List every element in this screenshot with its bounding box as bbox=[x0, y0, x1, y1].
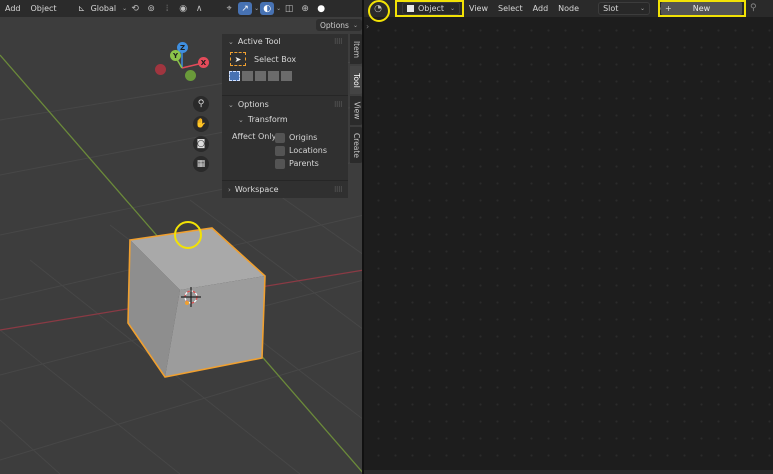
drag-handle-icon[interactable]: ⠿⠿ bbox=[334, 38, 343, 46]
perspective-grid-icon[interactable]: ▦ bbox=[193, 156, 209, 172]
affect-only-group: Affect Only Origins Locations Parents bbox=[232, 131, 328, 170]
options-header[interactable]: ⌄ Options ⠿⠿ bbox=[222, 97, 348, 112]
pivot-point-icon[interactable]: ⟲ bbox=[128, 2, 142, 15]
chevron-down-icon: ⌄ bbox=[228, 37, 234, 46]
options-button[interactable]: Options ⌄ bbox=[316, 19, 362, 31]
workspace-section: › Workspace ⠿⠿ bbox=[222, 182, 348, 197]
options-section: ⌄ Options ⠿⠿ ⌄ Transform Affect Only Ori… bbox=[222, 97, 348, 173]
editor-type-icon[interactable]: ◔ bbox=[369, 2, 387, 15]
menu-node[interactable]: Node bbox=[553, 4, 584, 13]
solid-shading-icon[interactable]: ● bbox=[314, 2, 328, 15]
sidebar-panel: ⌄ Active Tool ⠿⠿ ➤ Select Box ⌄ Options bbox=[222, 34, 348, 198]
wireframe-shading-icon[interactable]: ⊕ bbox=[298, 2, 312, 15]
mode-extend-icon[interactable] bbox=[242, 70, 253, 81]
status-strip bbox=[364, 470, 773, 474]
workspace-header[interactable]: › Workspace ⠿⠿ bbox=[222, 182, 348, 197]
drag-handle-icon[interactable]: ⠿⠿ bbox=[334, 186, 343, 194]
transform-orientation-dropdown[interactable]: Global bbox=[90, 4, 122, 13]
neg-y-axis-icon[interactable] bbox=[185, 70, 196, 81]
chevron-right-icon: › bbox=[228, 185, 231, 194]
falloff-icon[interactable]: ∧ bbox=[192, 2, 206, 15]
plus-icon: + bbox=[665, 4, 672, 13]
object-mode-icon bbox=[407, 5, 414, 12]
overlay-toggle-icon[interactable]: ◐ bbox=[260, 2, 275, 15]
3d-viewport[interactable]: Add Object ⊾ Global ⌄ ⟲ ⊚ ⦙ ◉ ∧ ⌖ ↗ ⌄ ◐ … bbox=[0, 0, 364, 474]
proportional-edit-icon[interactable]: ◉ bbox=[176, 2, 190, 15]
chevron-down-icon: ⌄ bbox=[640, 5, 646, 12]
y-axis-icon[interactable]: Y bbox=[170, 50, 181, 61]
default-cube bbox=[127, 227, 266, 378]
select-box-tool[interactable]: ➤ Select Box bbox=[222, 49, 348, 69]
snap-icon[interactable]: ⊚ bbox=[144, 2, 158, 15]
active-tool-header[interactable]: ⌄ Active Tool ⠿⠿ bbox=[222, 34, 348, 49]
slot-dropdown[interactable]: Slot ⌄ bbox=[598, 2, 651, 15]
chevron-down-icon: ⌄ bbox=[238, 115, 244, 124]
visibility-icon[interactable]: ⌖ bbox=[222, 2, 236, 15]
neg-x-axis-icon[interactable] bbox=[155, 64, 166, 75]
camera-icon[interactable]: ◙ bbox=[193, 136, 209, 152]
shader-type-dropdown[interactable]: Object ⌄ bbox=[402, 2, 460, 15]
drag-handle-icon[interactable]: ⠿⠿ bbox=[334, 101, 343, 109]
select-box-icon: ➤ bbox=[230, 52, 246, 66]
menu-add[interactable]: Add bbox=[528, 4, 554, 13]
new-material-button[interactable]: + New bbox=[661, 2, 742, 15]
affect-locations-checkbox[interactable]: Locations bbox=[275, 144, 327, 157]
chevron-down-icon: ⌄ bbox=[352, 21, 358, 29]
hand-pan-icon[interactable]: ✋ bbox=[193, 116, 209, 132]
navigation-gizmo[interactable]: Z X Y bbox=[155, 40, 215, 90]
shader-editor[interactable]: ◔ Object ⌄ View Select Add Node Slot ⌄ ◑… bbox=[364, 0, 773, 474]
menu-view[interactable]: View bbox=[464, 4, 493, 13]
affect-origins-checkbox[interactable]: Origins bbox=[275, 131, 327, 144]
mode-set-icon[interactable] bbox=[229, 70, 240, 81]
transform-subheader[interactable]: ⌄ Transform bbox=[222, 112, 348, 127]
mode-subtract-icon[interactable] bbox=[255, 70, 266, 81]
viewport-header: Add Object ⊾ Global ⌄ ⟲ ⊚ ⦙ ◉ ∧ ⌖ ↗ ⌄ ◐ … bbox=[0, 0, 364, 17]
affect-parents-checkbox[interactable]: Parents bbox=[275, 157, 327, 170]
chevron-down-icon: ⌄ bbox=[122, 5, 128, 12]
mode-difference-icon[interactable] bbox=[268, 70, 279, 81]
sidebar-toggle-icon[interactable]: › bbox=[366, 22, 369, 31]
gizmo-toggle-icon[interactable]: ↗ bbox=[238, 2, 253, 15]
zoom-icon[interactable]: ⚲ bbox=[193, 96, 209, 112]
chevron-down-icon: ⌄ bbox=[449, 5, 455, 12]
snap-increment-icon[interactable]: ⦙ bbox=[160, 2, 174, 15]
orientation-icon: ⊾ bbox=[77, 3, 86, 14]
menu-add[interactable]: Add bbox=[0, 4, 26, 13]
active-tool-section: ⌄ Active Tool ⠿⠿ ➤ Select Box bbox=[222, 34, 348, 82]
menu-object[interactable]: Object bbox=[26, 4, 62, 13]
xray-icon[interactable]: ◫ bbox=[282, 2, 296, 15]
x-axis-icon[interactable]: X bbox=[198, 57, 209, 68]
chevron-down-icon: ⌄ bbox=[228, 100, 234, 109]
menu-select[interactable]: Select bbox=[493, 4, 528, 13]
pin-icon[interactable]: ⚲ bbox=[750, 3, 757, 13]
mode-intersect-icon[interactable] bbox=[281, 70, 292, 81]
selection-mode-row bbox=[222, 69, 348, 82]
